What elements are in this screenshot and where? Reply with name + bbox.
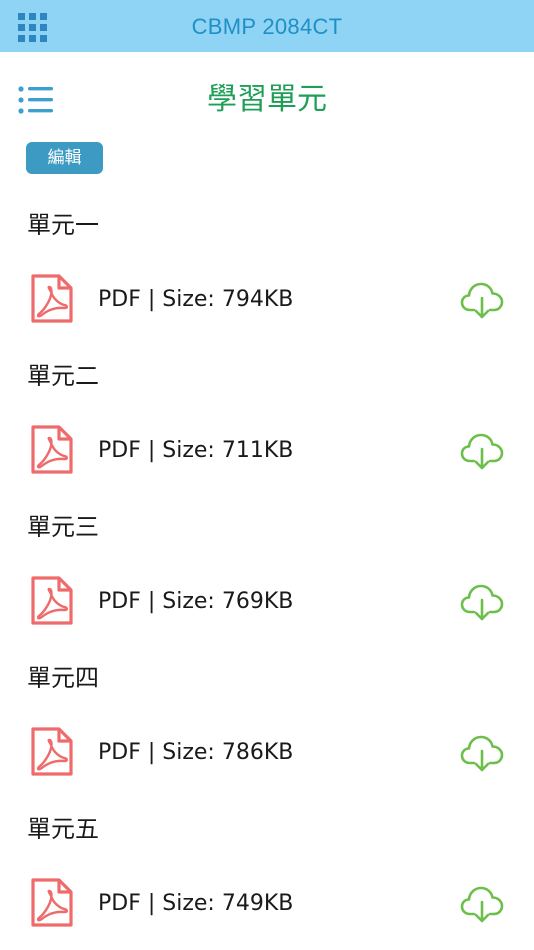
unit-title: 單元二 bbox=[27, 362, 99, 390]
pdf-icon bbox=[31, 727, 73, 776]
cloud-download-icon[interactable] bbox=[460, 582, 504, 622]
top-bar: CBMP 2084CT bbox=[0, 0, 534, 52]
edit-button[interactable]: 編輯 bbox=[26, 142, 103, 174]
file-info: PDF | Size: 749KB bbox=[98, 891, 294, 916]
unit-title: 單元四 bbox=[27, 664, 99, 692]
file-row[interactable]: PDF | Size: 769KB bbox=[0, 572, 534, 632]
unit-title: 單元三 bbox=[27, 513, 99, 541]
cloud-download-icon[interactable] bbox=[460, 733, 504, 773]
file-info: PDF | Size: 786KB bbox=[98, 740, 294, 765]
file-info: PDF | Size: 711KB bbox=[98, 438, 294, 463]
file-row[interactable]: PDF | Size: 749KB bbox=[0, 874, 534, 934]
file-row[interactable]: PDF | Size: 786KB bbox=[0, 723, 534, 783]
file-info: PDF | Size: 794KB bbox=[98, 287, 294, 312]
pdf-icon bbox=[31, 425, 73, 474]
unit-title: 單元一 bbox=[27, 211, 99, 239]
cloud-download-icon[interactable] bbox=[460, 280, 504, 320]
cloud-download-icon[interactable] bbox=[460, 884, 504, 924]
app-title: CBMP 2084CT bbox=[191, 14, 343, 39]
file-row[interactable]: PDF | Size: 711KB bbox=[0, 421, 534, 481]
pdf-icon bbox=[31, 274, 73, 323]
cloud-download-icon[interactable] bbox=[460, 431, 504, 471]
pdf-icon bbox=[31, 576, 73, 625]
pdf-icon bbox=[31, 878, 73, 927]
file-row[interactable]: PDF | Size: 794KB bbox=[0, 270, 534, 330]
app-screen: CBMP 2084CT 學習單元 編輯 單元一 PDF | Size: 794K… bbox=[0, 0, 534, 950]
file-info: PDF | Size: 769KB bbox=[98, 589, 294, 614]
page-title: 學習單元 bbox=[207, 82, 327, 117]
unit-title: 單元五 bbox=[27, 815, 99, 843]
